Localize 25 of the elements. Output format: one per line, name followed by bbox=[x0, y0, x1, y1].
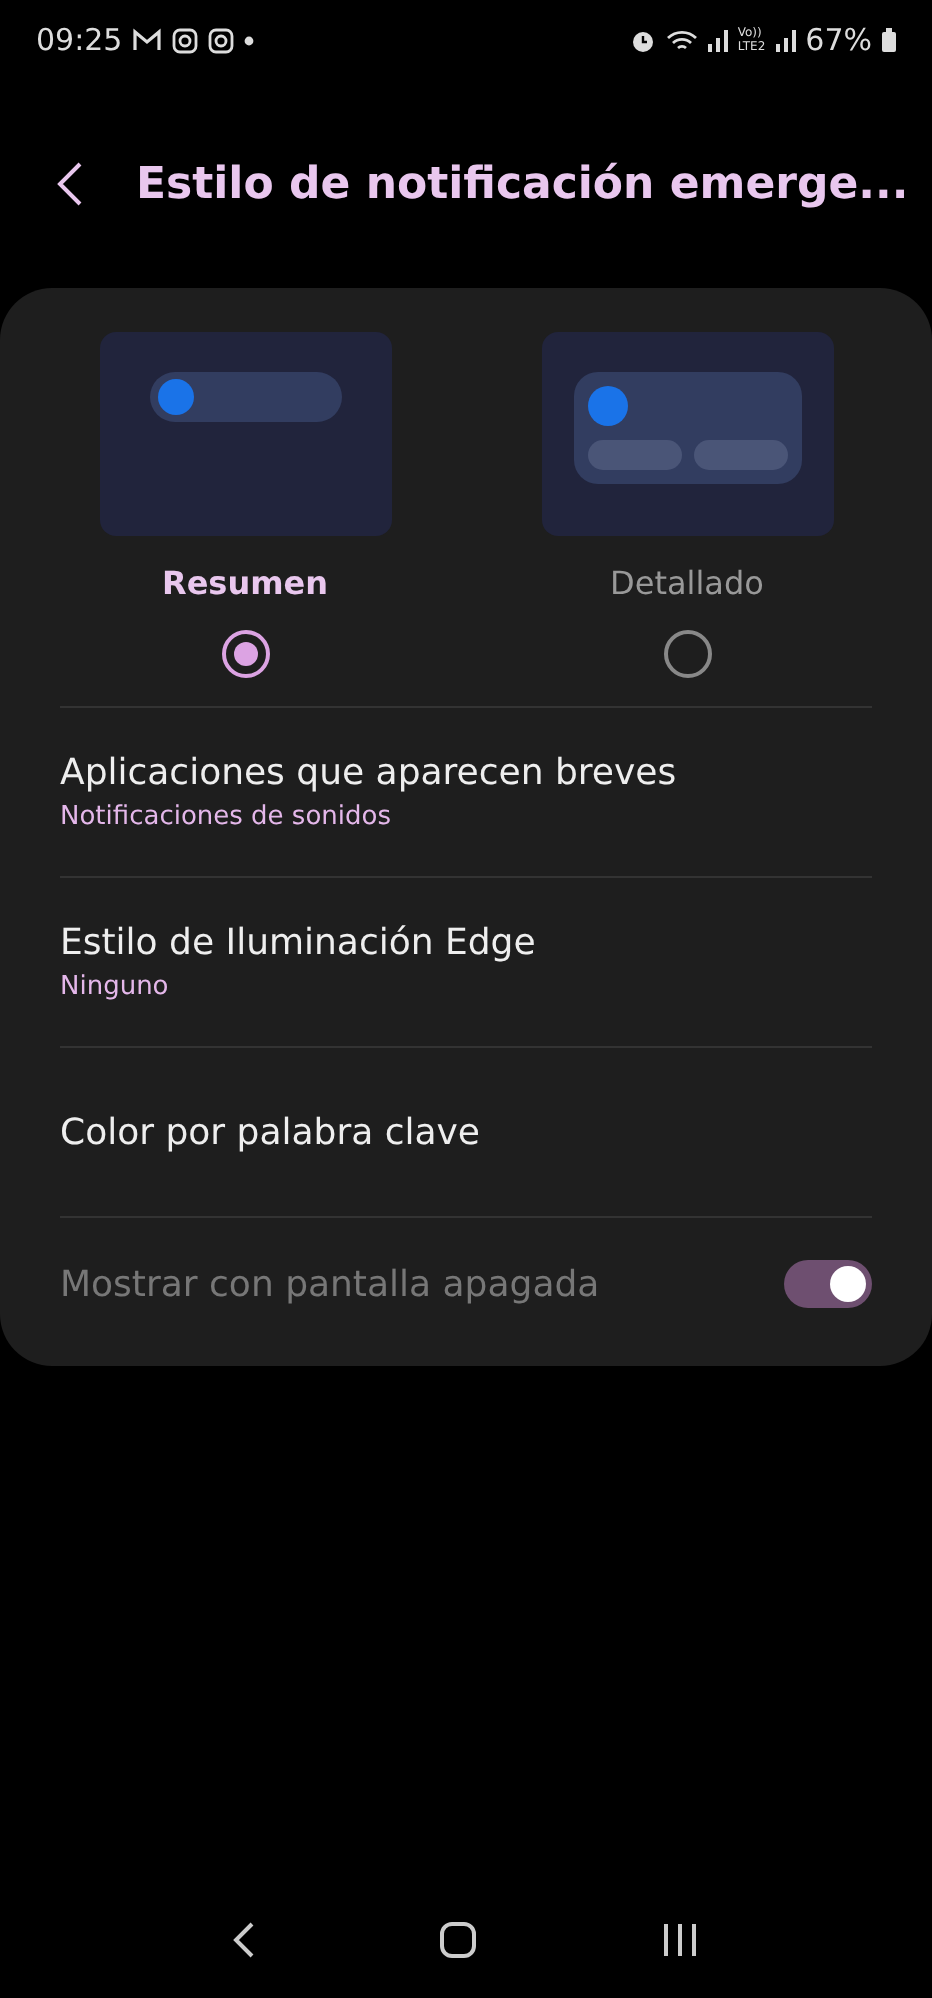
page-title: Estilo de notificación emerge... bbox=[136, 159, 909, 209]
brief-preview-icon bbox=[99, 332, 391, 536]
style-label: Resumen bbox=[162, 564, 328, 602]
wifi-icon bbox=[665, 27, 698, 53]
detailed-preview-icon bbox=[541, 332, 833, 536]
radio-button[interactable] bbox=[221, 630, 269, 678]
battery-icon bbox=[882, 28, 896, 52]
settings-item[interactable]: Aplicaciones que aparecen breves Notificaciones de sonidos bbox=[0, 708, 932, 876]
signal-icon bbox=[775, 28, 796, 52]
camera-icon bbox=[208, 27, 235, 53]
camera-icon bbox=[172, 27, 199, 53]
status-time: 09:25 bbox=[36, 22, 123, 58]
settings-item[interactable]: Color por palabra clave bbox=[0, 1048, 932, 1216]
back-icon[interactable] bbox=[231, 1920, 256, 1960]
setting-label: Mostrar con pantalla apagada bbox=[60, 1263, 600, 1305]
signal-icon bbox=[707, 28, 728, 52]
settings-item[interactable]: Estilo de Iluminación Edge Ninguno bbox=[0, 878, 932, 1046]
battery-percent: 67% bbox=[805, 22, 872, 58]
alarm-icon bbox=[629, 27, 656, 53]
radio-button[interactable] bbox=[663, 630, 711, 678]
dot-icon bbox=[244, 35, 255, 45]
style-label: Detallado bbox=[610, 564, 764, 602]
mail-icon bbox=[132, 27, 163, 53]
recents-icon[interactable] bbox=[660, 1922, 701, 1958]
home-icon[interactable] bbox=[437, 1920, 478, 1960]
